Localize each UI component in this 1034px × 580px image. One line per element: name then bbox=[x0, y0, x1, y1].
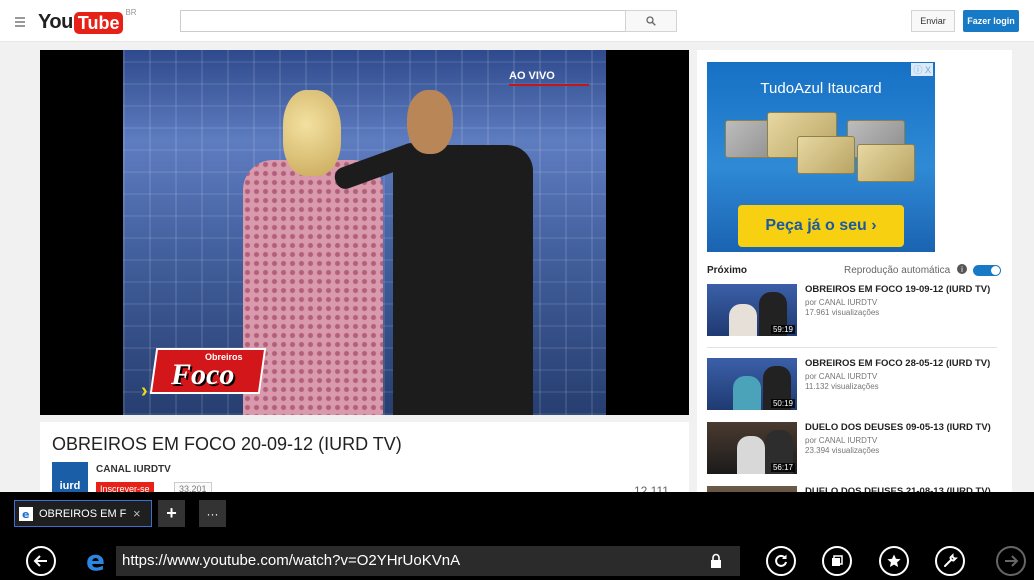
channel-name-link[interactable]: CANAL IURDTV bbox=[96, 464, 171, 475]
lock-icon[interactable] bbox=[710, 553, 722, 569]
arrow-left-icon bbox=[33, 555, 47, 567]
search-icon bbox=[646, 16, 656, 26]
url-text[interactable]: https://www.youtube.com/watch?v=O2YHrUoK… bbox=[122, 552, 460, 569]
recommendation-meta: por CANAL IURDTV 17.961 visualizações bbox=[805, 298, 879, 318]
badge-arrow-icon: › bbox=[141, 380, 148, 402]
forward-button[interactable] bbox=[996, 546, 1026, 576]
logo-tube-text: Tube bbox=[73, 12, 124, 34]
ad-card-image bbox=[797, 136, 855, 174]
hamburger-menu-icon[interactable] bbox=[10, 8, 34, 32]
recommendation-item[interactable]: 59:19 OBREIROS EM FOCO 19-09-12 (IURD TV… bbox=[707, 284, 1003, 340]
svg-text:e: e bbox=[86, 547, 105, 573]
recommendation-thumbnail[interactable]: 50:19 bbox=[707, 358, 797, 410]
recommendation-title[interactable]: OBREIROS EM FOCO 19-09-12 (IURD TV) bbox=[805, 284, 1005, 296]
up-next-header: Próximo Reprodução automática i bbox=[707, 263, 1003, 279]
recommendation-channel: por CANAL IURDTV bbox=[805, 372, 878, 381]
arrow-right-icon bbox=[1005, 555, 1019, 567]
tools-button[interactable] bbox=[935, 546, 965, 576]
video-title: OBREIROS EM FOCO 20-09-12 (IURD TV) bbox=[52, 434, 402, 454]
recommendation-views: 11.132 visualizações bbox=[805, 382, 879, 391]
login-button[interactable]: Fazer login bbox=[963, 10, 1019, 32]
video-duration: 59:19 bbox=[770, 325, 795, 334]
recommendation-thumbnail[interactable]: 59:19 bbox=[707, 284, 797, 336]
video-frame: AO VIVO › Obreiros Foco iurd bbox=[123, 50, 606, 415]
ie-logo-icon: e bbox=[83, 547, 111, 573]
show-badge: › Obreiros Foco bbox=[141, 340, 267, 402]
autoplay-toggle[interactable] bbox=[973, 265, 1001, 276]
ad-close-icon[interactable]: ⓘ X bbox=[911, 63, 933, 76]
recommendation-title[interactable]: DUELO DOS DEUSES 09-05-13 (IURD TV) bbox=[805, 422, 1005, 434]
recommendation-channel: por CANAL IURDTV bbox=[805, 298, 878, 307]
ie-favicon-icon: e bbox=[19, 506, 33, 521]
live-overlay-text: AO VIVO bbox=[509, 70, 555, 82]
svg-text:e: e bbox=[22, 508, 29, 519]
ad-cta-button[interactable]: Peça já o seu › bbox=[738, 205, 904, 247]
video-duration: 56:17 bbox=[770, 463, 795, 472]
masthead: You Tube BR Enviar Fazer login bbox=[0, 0, 1034, 42]
recommendation-meta: por CANAL IURDTV 11.132 visualizações bbox=[805, 372, 879, 392]
up-next-label: Próximo bbox=[707, 265, 748, 276]
favorites-button[interactable] bbox=[879, 546, 909, 576]
back-button[interactable] bbox=[26, 546, 56, 576]
refresh-button[interactable] bbox=[766, 546, 796, 576]
tab-close-icon[interactable]: × bbox=[133, 506, 141, 521]
search-input[interactable] bbox=[180, 10, 626, 32]
recommendation-meta: por CANAL IURDTV 23.394 visualizações bbox=[805, 436, 879, 456]
recommendation-title[interactable]: OBREIROS EM FOCO 28-05-12 (IURD TV) bbox=[805, 358, 1005, 370]
recommendation-channel: por CANAL IURDTV bbox=[805, 436, 878, 445]
recommendation-views: 23.394 visualizações bbox=[805, 446, 880, 455]
recommendation-item[interactable]: 50:19 OBREIROS EM FOCO 28-05-12 (IURD TV… bbox=[707, 358, 1003, 414]
watch-sidebar: ⓘ X TudoAzul Itaucard Peça já o seu › Pr… bbox=[697, 50, 1012, 538]
logo-you-text: You bbox=[38, 11, 73, 33]
video-figure-man bbox=[331, 90, 533, 415]
address-bar[interactable]: https://www.youtube.com/watch?v=O2YHrUoK… bbox=[116, 546, 740, 576]
video-player[interactable]: AO VIVO › Obreiros Foco iurd bbox=[40, 50, 689, 415]
divider bbox=[707, 347, 997, 348]
youtube-logo[interactable]: You Tube BR bbox=[38, 6, 137, 34]
ad-banner[interactable]: ⓘ X TudoAzul Itaucard Peça já o seu › bbox=[707, 62, 935, 252]
refresh-icon bbox=[775, 554, 787, 567]
ad-title: TudoAzul Itaucard bbox=[760, 80, 882, 97]
wrench-icon bbox=[944, 553, 958, 567]
recommendation-views: 17.961 visualizações bbox=[805, 308, 880, 317]
video-metadata: OBREIROS EM FOCO 20-09-12 (IURD TV) iurd… bbox=[40, 422, 689, 498]
search-button[interactable] bbox=[625, 10, 677, 32]
ad-card-image bbox=[857, 144, 915, 182]
logo-country-code: BR bbox=[125, 8, 137, 17]
recommendation-thumbnail[interactable]: 56:17 bbox=[707, 422, 797, 474]
info-icon[interactable]: i bbox=[957, 264, 967, 274]
video-duration: 50:19 bbox=[770, 399, 795, 408]
tabs-icon bbox=[832, 555, 843, 566]
video-figure-woman bbox=[243, 90, 383, 415]
browser-app-bar: e OBREIROS EM FOCO 20-09-12 (IURD TV) × … bbox=[0, 492, 1034, 580]
upload-button[interactable]: Enviar bbox=[911, 10, 955, 32]
channel-avatar[interactable]: iurd bbox=[52, 462, 88, 492]
recommendation-item[interactable]: 56:17 DUELO DOS DEUSES 09-05-13 (IURD TV… bbox=[707, 422, 1003, 478]
browser-tab[interactable]: e OBREIROS EM FOCO 20-09-12 (IURD TV) × bbox=[14, 500, 152, 527]
tab-options-button[interactable]: ··· bbox=[199, 500, 226, 527]
star-icon bbox=[887, 554, 901, 567]
new-tab-button[interactable]: + bbox=[158, 500, 185, 527]
show-badge-main-text: Foco bbox=[171, 358, 235, 391]
autoplay-label: Reprodução automática bbox=[844, 265, 951, 276]
tabs-button[interactable] bbox=[822, 546, 852, 576]
tab-title: OBREIROS EM FOCO 20-09-12 (IURD TV) bbox=[39, 507, 127, 520]
